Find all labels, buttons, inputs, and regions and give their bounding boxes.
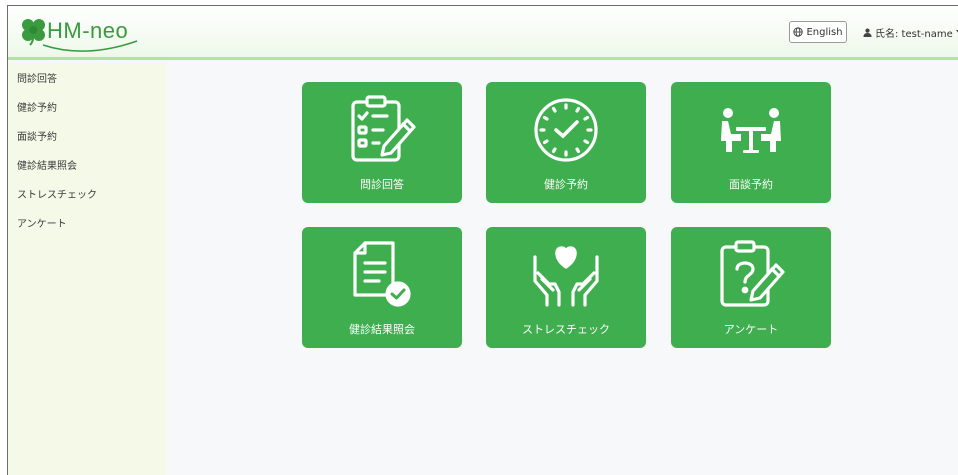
meeting-icon (721, 108, 781, 153)
sidebar-item-stress-check[interactable]: ストレスチェック (17, 186, 97, 201)
tile-checkup-reservation-label: 健診予約 (544, 178, 588, 191)
clock-icon (534, 98, 598, 162)
tile-interview-reservation[interactable]: 面談予約 (671, 82, 831, 203)
tile-checkup-reservation[interactable]: 健診予約 (486, 82, 646, 203)
tile-questionnaire[interactable]: 問診回答 (302, 82, 462, 203)
language-button[interactable]: English (789, 21, 847, 43)
tile-checkup-results[interactable]: 健診結果照会 (302, 227, 462, 348)
user-icon (863, 28, 872, 37)
logo-swoosh (42, 40, 138, 52)
document-check-icon (353, 241, 411, 307)
sidebar-item-checkup-reservation[interactable]: 健診予約 (17, 99, 57, 114)
header: HM-neo English 氏名: test-name (8, 6, 958, 60)
heart-hands-icon (533, 246, 599, 307)
globe-icon (793, 27, 804, 37)
tile-stress-check-label: ストレスチェック (522, 323, 610, 336)
questionnaire-checklist-icon (351, 95, 416, 162)
logo[interactable]: HM-neo (19, 15, 139, 55)
sidebar-item-interview-reservation[interactable]: 面談予約 (17, 128, 57, 143)
tile-questionnaire-label: 問診回答 (360, 178, 404, 191)
app-window: HM-neo English 氏名: test-name 問診回答 健診予約 面… (7, 5, 958, 475)
language-label: English (806, 26, 843, 38)
tile-stress-check[interactable]: ストレスチェック (486, 227, 646, 348)
tile-interview-reservation-label: 面談予約 (729, 178, 773, 191)
tile-checkup-results-label: 健診結果照会 (349, 323, 415, 336)
sidebar-item-survey[interactable]: アンケート (17, 215, 67, 230)
user-name-label: 氏名: test-name (875, 28, 953, 40)
tile-survey[interactable]: アンケート (671, 227, 831, 348)
survey-clipboard-icon (720, 240, 785, 307)
user-menu[interactable]: 氏名: test-name (863, 24, 958, 40)
tile-survey-label: アンケート (723, 323, 779, 336)
sidebar-item-checkup-results[interactable]: 健診結果照会 (17, 157, 77, 172)
sidebar: 問診回答 健診予約 面談予約 健診結果照会 ストレスチェック アンケート (8, 63, 167, 475)
sidebar-item-questionnaire[interactable]: 問診回答 (17, 70, 57, 85)
